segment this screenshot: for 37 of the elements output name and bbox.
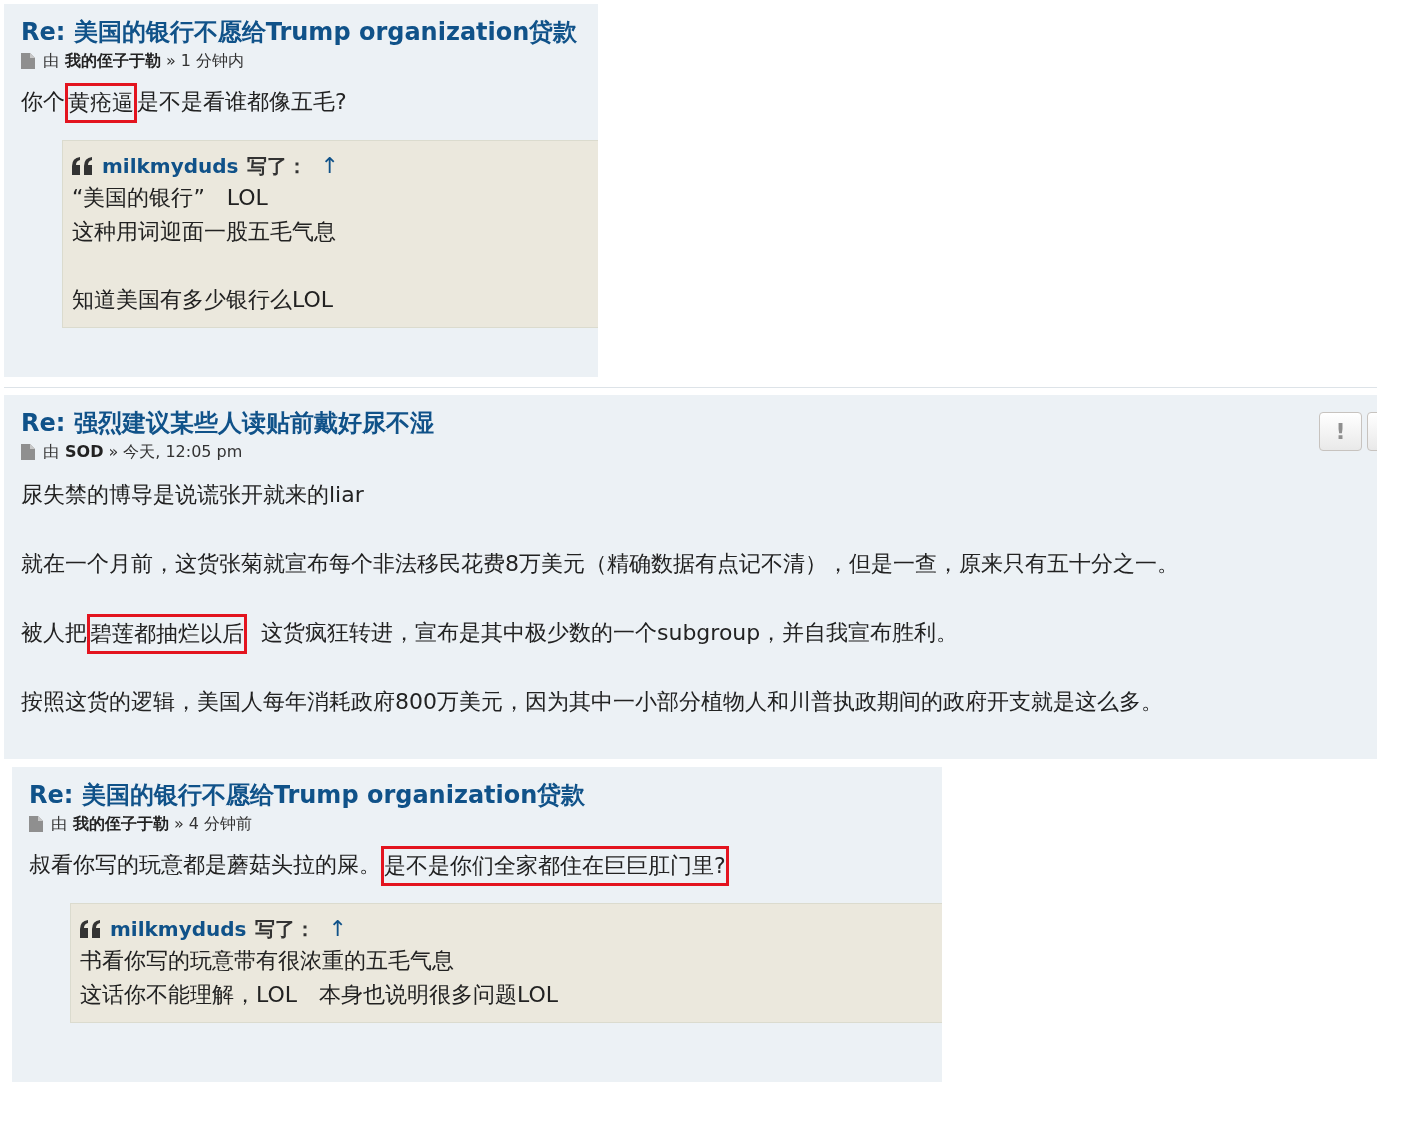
by-label: 由 [51,813,67,835]
post-time: 1 分钟内 [180,50,245,72]
post-time: 今天, 12:05 pm [123,441,243,463]
quote-text: 这话你不能理解，LOL 本身也说明很多问题LOL [80,981,560,1009]
post-text: 叔看你写的玩意都是蘑菇头拉的屎。是不是你们全家都住在巨巨肛门里? [29,843,942,887]
quote-author-link[interactable]: milkmyduds [102,151,239,181]
quote-text: “美国的银行” LOL [72,184,269,212]
document-icon [29,816,43,832]
separator: » [174,813,184,835]
quote-icon [72,157,94,175]
post-time: 4 分钟前 [188,813,253,835]
post-text: 就在一个月前，这货张菊就宣布每个非法移民花费8万美元（精确数据有点记不清），但是一查，原来只有五十分之一。 [21,550,1180,578]
by-label: 由 [43,50,59,72]
quote-author-link[interactable]: milkmyduds [110,914,247,944]
separator: » [108,441,119,463]
post-text: 尿失禁的博导是说谎张开就来的liar [21,481,365,509]
quote-text: 这种用词迎面一股五毛气息 [72,218,337,246]
wrote-label: 写了： [246,153,307,180]
quote-text: 书看你写的玩意带有很浓重的五毛气息 [80,947,455,975]
post-title[interactable]: Re: 强烈建议某些人读贴前戴好尿不湿 [21,407,434,439]
jump-to-post-link[interactable]: ↑ [328,914,347,944]
post-text: 被人把 碧莲都抽烂以后 这货疯狂转进，宣布是其中极少数的一个subgroup，并自我宣布胜利。 [21,611,1377,655]
jump-to-post-link[interactable]: ↑ [320,151,339,181]
quote-icon [80,920,102,938]
by-label: 由 [43,441,59,463]
post-title[interactable]: Re: 美国的银行不愿给Trump organization贷款 [21,16,578,48]
document-icon [21,444,35,460]
separator: » [166,50,176,72]
author-link[interactable]: SOD [65,440,104,464]
author-link[interactable]: 我的侄子于勒 [73,812,169,836]
post-title[interactable]: Re: 美国的银行不愿给Trump organization贷款 [29,779,586,811]
quote-text: 知道美国有多少银行么LOL [72,286,335,314]
document-icon [21,53,35,69]
post-text: 你个黄疮逼 是不是看谁都像五毛? [21,80,598,124]
author-link[interactable]: 我的侄子于勒 [65,49,161,73]
post-text: 按照这货的逻辑，美国人每年消耗政府800万美元，因为其中一小部分植物人和川普执政期间的政府开支就是这么多。 [21,688,1164,716]
wrote-label: 写了： [254,916,315,943]
